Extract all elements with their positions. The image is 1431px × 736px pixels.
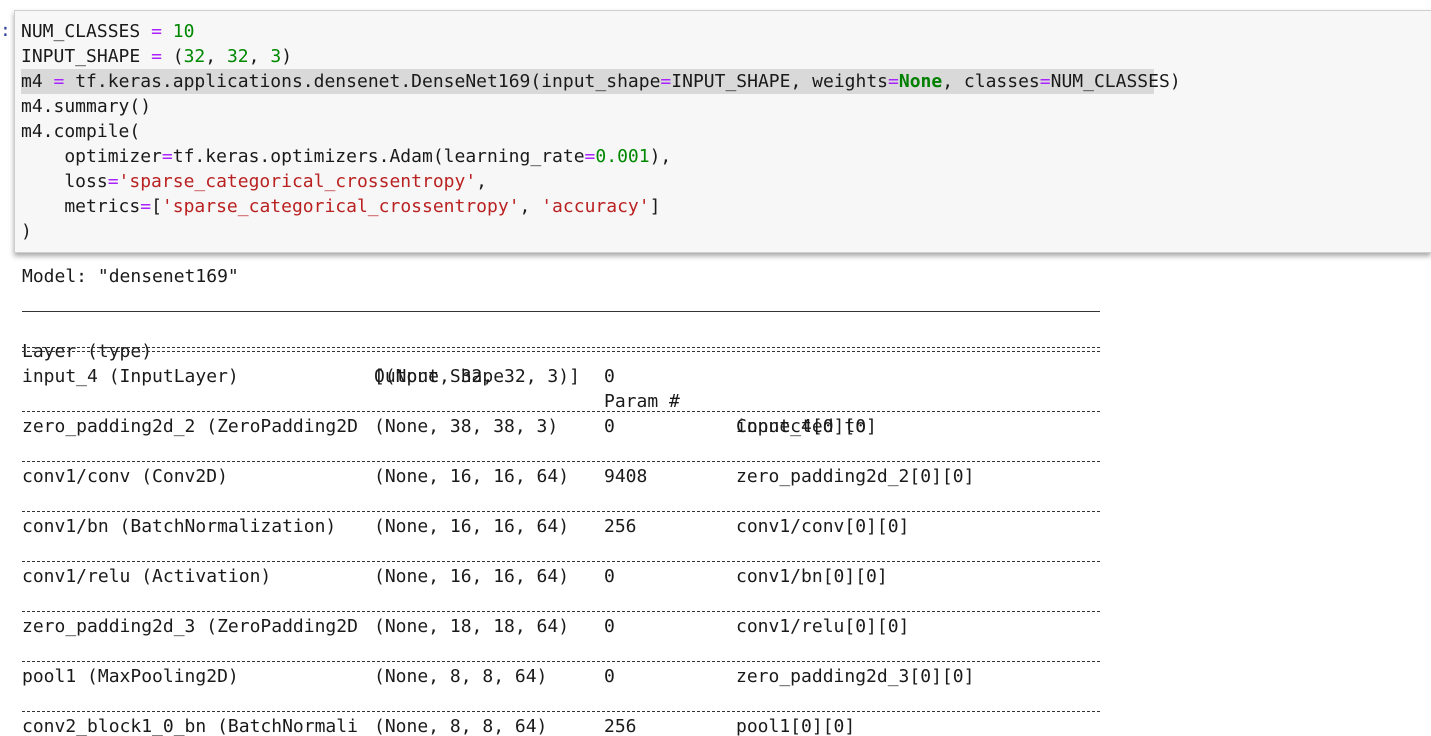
code-line-5[interactable]: m4.compile( [21,119,140,144]
table-row: conv2_block1_0_bn (BatchNormali (None, 8,… [22,714,1100,736]
cell-param-count: 256 [604,516,637,537]
cell-layer: conv1/bn (BatchNormalization) [22,516,337,537]
cell-output-shape: (None, 16, 16, 64) [374,566,570,587]
cell-layer: conv1/conv (Conv2D) [22,466,228,487]
cell-connected-to: zero_padding2d_3[0][0] [736,666,975,687]
cell-output-shape: (None, 16, 16, 64) [374,466,570,487]
code-line-4[interactable]: m4.summary() [21,94,151,119]
cell-output-shape: (None, 16, 16, 64) [374,516,570,537]
cell-layer: input_4 (InputLayer) [22,366,239,387]
cell-connected-to: conv1/conv[0][0] [736,516,910,537]
row-separator-rule [22,611,1100,612]
row-separator-rule [22,661,1100,662]
cell-param-count: 0 [604,666,615,687]
cell-param-count: 0 [604,616,615,637]
table-row: conv1/relu (Activation) (None, 16, 16, 64… [22,564,1100,589]
cell-connected-to: input_4[0][0] [736,416,877,437]
cell-output-shape: (None, 18, 18, 64) [374,616,570,637]
cell-output-shape: (None, 38, 38, 3) [374,416,559,437]
cell-output-shape: (None, 8, 8, 64) [374,666,548,687]
code-line-8[interactable]: metrics=['sparse_categorical_crossentrop… [21,194,660,219]
code-line-1[interactable]: NUM_CLASSES = 10 [21,19,194,44]
header-double-rule [22,347,1100,352]
cell-prompt: : [0,20,11,41]
cell-param-count: 9408 [604,466,648,487]
cell-layer: conv1/relu (Activation) [22,566,272,587]
cell-output-shape: (None, 8, 8, 64) [374,716,548,736]
summary-header-row: Layer (type) Output Shape Param # Connec… [22,314,1100,437]
table-row: conv1/bn (BatchNormalization) (None, 16, … [22,514,1100,539]
cell-param-count: 0 [604,416,615,437]
table-row: conv1/conv (Conv2D) (None, 16, 16, 64) 940… [22,464,1100,489]
cell-output-shape: [(None, 32, 32, 3)] [374,366,580,387]
table-row: pool1 (MaxPooling2D) (None, 8, 8, 64) 0 zer… [22,664,1100,689]
cell-layer: conv2_block1_0_bn (BatchNormali [22,716,358,736]
row-separator-rule [22,511,1100,512]
code-line-9[interactable]: ) [21,219,32,244]
table-row: input_4 (InputLayer) [(None, 32, 32, 3)] 0 [22,364,1100,389]
cell-param-count: 0 [604,366,615,387]
cell-connected-to: conv1/bn[0][0] [736,566,888,587]
cell-param-count: 0 [604,566,615,587]
table-row: zero_padding2d_2 (ZeroPadding2D (None, 38… [22,414,1100,439]
code-line-7[interactable]: loss='sparse_categorical_crossentropy', [21,169,487,194]
row-separator-rule [22,561,1100,562]
cell-connected-to: pool1[0][0] [736,716,856,736]
row-separator-rule [22,411,1100,412]
cell-layer: zero_padding2d_2 (ZeroPadding2D [22,416,358,437]
cell-layer: pool1 (MaxPooling2D) [22,666,239,687]
row-separator-rule [22,461,1100,462]
model-name-line: Model: "densenet169" [22,266,239,287]
cell-layer: zero_padding2d_3 (ZeroPadding2D [22,616,358,637]
code-cell-input[interactable]: NUM_CLASSES = 10 INPUT_SHAPE = (32, 32, … [14,10,1431,253]
cell-param-count: 256 [604,716,637,736]
code-line-6[interactable]: optimizer=tf.keras.optimizers.Adam(learn… [21,144,671,169]
notebook-page: : NUM_CLASSES = 10 INPUT_SHAPE = (32, 32… [0,0,1431,736]
cell-connected-to: zero_padding2d_2[0][0] [736,466,975,487]
code-line-3[interactable]: m4 = tf.keras.applications.densenet.Dens… [21,69,1181,94]
table-row: zero_padding2d_3 (ZeroPadding2D (None, 18… [22,614,1100,639]
table-top-rule [22,311,1100,312]
code-line-2[interactable]: INPUT_SHAPE = (32, 32, 3) [21,44,292,69]
row-separator-rule [22,711,1100,712]
cell-connected-to: conv1/relu[0][0] [736,616,910,637]
